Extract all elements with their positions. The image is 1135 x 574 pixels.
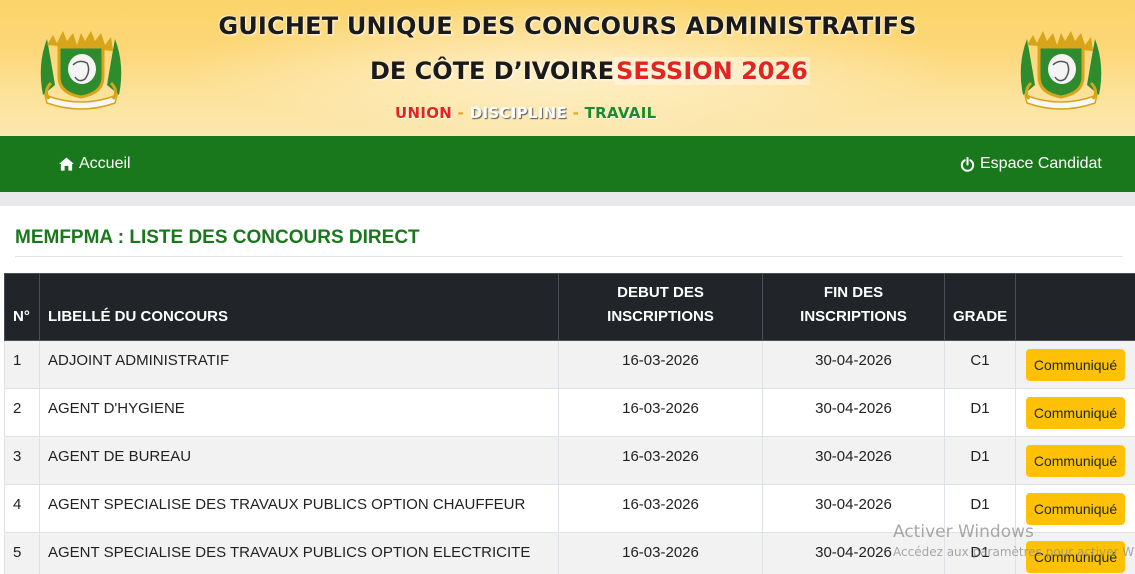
col-header-fin: FIN DES INSCRIPTIONS bbox=[762, 273, 945, 341]
cell-action: Communiqué bbox=[1015, 388, 1135, 437]
cell-fin: 30-04-2026 bbox=[762, 532, 945, 574]
cell-libelle: AGENT D'HYGIENE bbox=[39, 388, 559, 437]
cell-libelle: ADJOINT ADMINISTRATIF bbox=[39, 340, 559, 389]
cell-num: 3 bbox=[4, 436, 40, 485]
col-header-action bbox=[1015, 273, 1135, 341]
cell-fin: 30-04-2026 bbox=[762, 340, 945, 389]
col-header-debut-line2: INSCRIPTIONS bbox=[607, 308, 714, 325]
cell-grade: D1 bbox=[944, 484, 1016, 533]
col-header-debut-line1: DEBUT DES bbox=[617, 284, 704, 301]
heading-divider bbox=[15, 256, 1123, 257]
concours-table: N° LIBELLÉ DU CONCOURS DEBUT DES INSCRIPT… bbox=[4, 273, 1135, 574]
cell-num: 2 bbox=[4, 388, 40, 437]
motto-discipline: DISCIPLINE bbox=[469, 104, 568, 122]
site-title-line1: GUICHET UNIQUE DES CONCOURS ADMINISTRATI… bbox=[218, 12, 917, 40]
cell-grade: D1 bbox=[944, 388, 1016, 437]
cell-num: 4 bbox=[4, 484, 40, 533]
cell-grade: D1 bbox=[944, 532, 1016, 574]
session-label: SESSION 2026 bbox=[614, 57, 810, 85]
cell-action: Communiqué bbox=[1015, 436, 1135, 485]
cell-debut: 16-03-2026 bbox=[558, 340, 763, 389]
cell-fin: 30-04-2026 bbox=[762, 436, 945, 485]
page-title-prefix: MEMFPMA : LISTE DES CONCOURS bbox=[15, 227, 344, 248]
motto-union: UNION bbox=[395, 104, 453, 122]
motto-travail: TRAVAIL bbox=[584, 104, 657, 122]
site-title-line2: DE CÔTE D’IVOIRESESSION 2026 bbox=[370, 57, 810, 85]
nav-home-label: Accueil bbox=[79, 155, 131, 172]
communique-button[interactable]: Communiqué bbox=[1025, 493, 1126, 525]
col-header-num: N° bbox=[4, 273, 40, 341]
cell-debut: 16-03-2026 bbox=[558, 388, 763, 437]
motto-separator: - bbox=[567, 104, 585, 122]
site-banner: GUICHET UNIQUE DES CONCOURS ADMINISTRATI… bbox=[0, 0, 1135, 136]
cell-debut: 16-03-2026 bbox=[558, 532, 763, 574]
motto-separator: - bbox=[452, 104, 470, 122]
cell-num: 5 bbox=[4, 532, 40, 574]
cell-libelle: AGENT DE BUREAU bbox=[39, 436, 559, 485]
table-header-row: N° LIBELLÉ DU CONCOURS DEBUT DES INSCRIPT… bbox=[4, 273, 1135, 341]
cell-grade: C1 bbox=[944, 340, 1016, 389]
cell-fin: 30-04-2026 bbox=[762, 484, 945, 533]
nav-candidate-label: Espace Candidat bbox=[980, 155, 1102, 172]
cell-debut: 16-03-2026 bbox=[558, 484, 763, 533]
cell-libelle: AGENT SPECIALISE DES TRAVAUX PUBLICS OPT… bbox=[39, 532, 559, 574]
home-icon bbox=[59, 157, 74, 171]
table-row: 3 AGENT DE BUREAU 16-03-2026 30-04-2026 … bbox=[4, 436, 1135, 485]
nav-candidate-space-link[interactable]: Espace Candidat bbox=[960, 155, 1102, 173]
national-motto: UNION - DISCIPLINE - TRAVAIL bbox=[395, 104, 656, 122]
col-header-libelle: LIBELLÉ DU CONCOURS bbox=[39, 273, 559, 341]
page-title: MEMFPMA : LISTE DES CONCOURS DIRECT bbox=[15, 227, 420, 249]
col-header-grade: GRADE bbox=[944, 273, 1016, 341]
table-row: 5 AGENT SPECIALISE DES TRAVAUX PUBLICS O… bbox=[4, 532, 1135, 574]
table-row: 1 ADJOINT ADMINISTRATIF 16-03-2026 30-04… bbox=[4, 340, 1135, 389]
main-navbar: Accueil Espace Candidat bbox=[0, 136, 1135, 192]
cell-action: Communiqué bbox=[1015, 340, 1135, 389]
communique-button[interactable]: Communiqué bbox=[1025, 349, 1126, 381]
site-title-country: DE CÔTE D’IVOIRE bbox=[370, 57, 615, 85]
cell-action: Communiqué bbox=[1015, 532, 1135, 574]
cell-action: Communiqué bbox=[1015, 484, 1135, 533]
table-row: 4 AGENT SPECIALISE DES TRAVAUX PUBLICS O… bbox=[4, 484, 1135, 533]
cell-grade: D1 bbox=[944, 436, 1016, 485]
col-header-fin-line2: INSCRIPTIONS bbox=[800, 308, 907, 325]
power-icon bbox=[960, 156, 975, 172]
cell-num: 1 bbox=[4, 340, 40, 389]
section-divider bbox=[0, 192, 1135, 206]
communique-button[interactable]: Communiqué bbox=[1025, 445, 1126, 477]
cell-libelle: AGENT SPECIALISE DES TRAVAUX PUBLICS OPT… bbox=[39, 484, 559, 533]
communique-button[interactable]: Communiqué bbox=[1025, 541, 1126, 573]
table-row: 2 AGENT D'HYGIENE 16-03-2026 30-04-2026 … bbox=[4, 388, 1135, 437]
cell-debut: 16-03-2026 bbox=[558, 436, 763, 485]
cell-fin: 30-04-2026 bbox=[762, 388, 945, 437]
col-header-debut: DEBUT DES INSCRIPTIONS bbox=[558, 273, 763, 341]
communique-button[interactable]: Communiqué bbox=[1025, 397, 1126, 429]
page-title-type: DIRECT bbox=[343, 227, 420, 248]
col-header-fin-line1: FIN DES bbox=[823, 284, 884, 301]
nav-home-link[interactable]: Accueil bbox=[59, 155, 131, 173]
